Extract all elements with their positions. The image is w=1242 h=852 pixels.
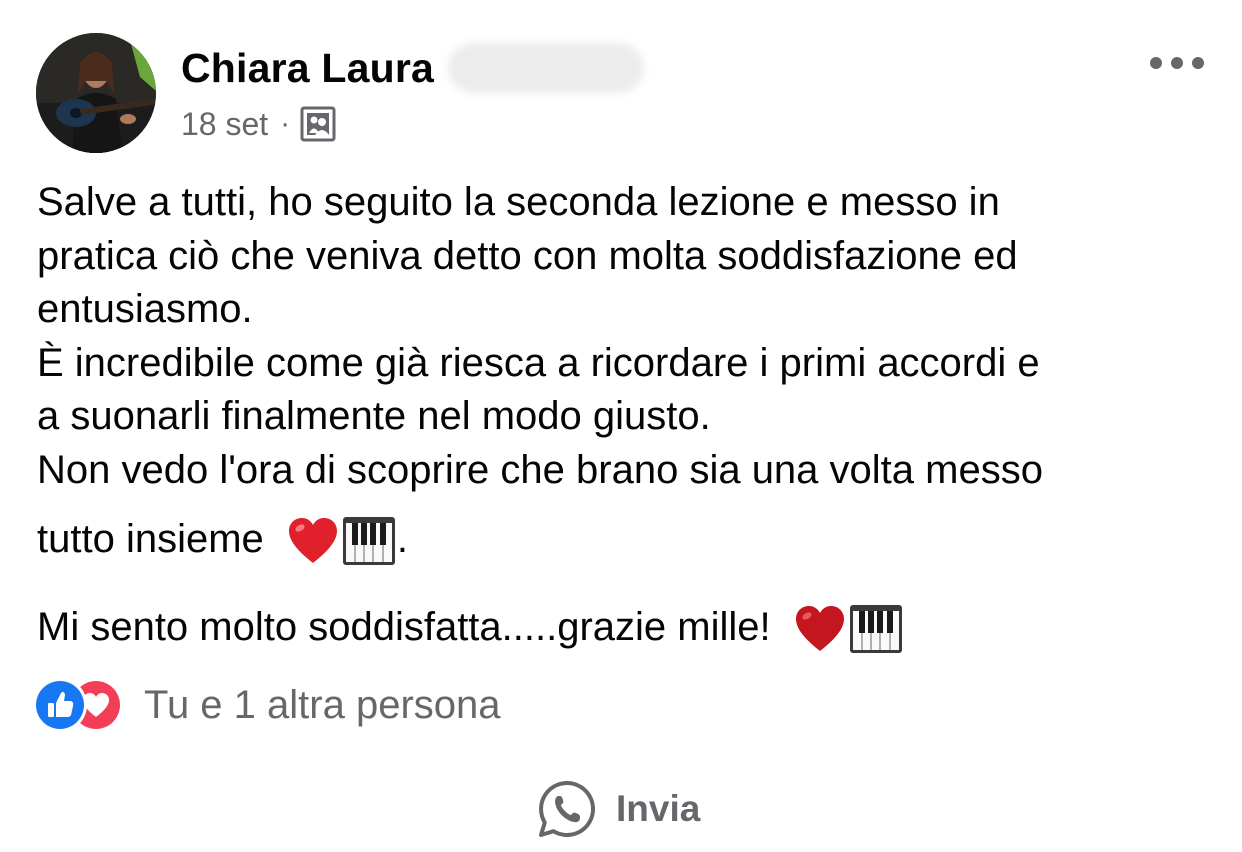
avatar-photo	[36, 33, 156, 153]
post-line: Salve a tutti, ho seguito la seconda lez…	[37, 180, 1000, 224]
whatsapp-icon	[539, 781, 596, 837]
more-options-icon[interactable]	[1150, 48, 1204, 78]
share-label: Invia	[616, 788, 701, 829]
post-line: pratica ciò che veniva detto con molta s…	[37, 233, 1018, 278]
more-dot	[1171, 57, 1183, 69]
more-dot	[1150, 57, 1162, 69]
post-text: Salve a tutti, ho seguito la seconda lez…	[37, 176, 1217, 668]
redacted-surname	[448, 43, 645, 93]
piano-keys-icon	[849, 605, 902, 653]
author-row: Chiara Laura	[181, 40, 645, 96]
group-audience-icon[interactable]	[300, 106, 336, 142]
meta-separator: ·	[280, 107, 291, 140]
post-line-period: .	[396, 516, 409, 561]
post-meta: 18 set ·	[181, 104, 336, 144]
author-avatar[interactable]	[36, 33, 156, 153]
reactions-summary[interactable]: Tu e 1 altra persona	[36, 680, 501, 730]
post-line-with-emoji: tutto insieme .	[37, 498, 1217, 580]
red-heart-icon	[288, 518, 337, 563]
author-name[interactable]: Chiara Laura	[181, 45, 434, 92]
whatsapp-send-button[interactable]: Invia	[536, 778, 700, 840]
reactions-text[interactable]: Tu e 1 altra persona	[144, 683, 501, 728]
reaction-icons	[36, 681, 132, 729]
red-heart-icon	[795, 606, 844, 651]
more-dot	[1192, 57, 1204, 69]
like-icon	[36, 681, 84, 729]
post-line-text: tutto insieme	[37, 516, 264, 561]
post-line: entusiasmo.	[37, 287, 253, 332]
post-line-with-emoji: Mi sento molto soddisfatta.....grazie mi…	[37, 586, 1217, 668]
post-date[interactable]: 18 set	[181, 106, 268, 143]
piano-keys-icon	[342, 517, 395, 565]
post-line: Non vedo l'ora di scoprire che brano sia…	[37, 447, 1043, 492]
post-line-text: Mi sento molto soddisfatta.....grazie mi…	[37, 604, 771, 649]
post-line: a suonarli finalmente nel modo giusto.	[37, 394, 711, 439]
post-line: È incredibile come già riesca a ricordar…	[37, 340, 1040, 385]
